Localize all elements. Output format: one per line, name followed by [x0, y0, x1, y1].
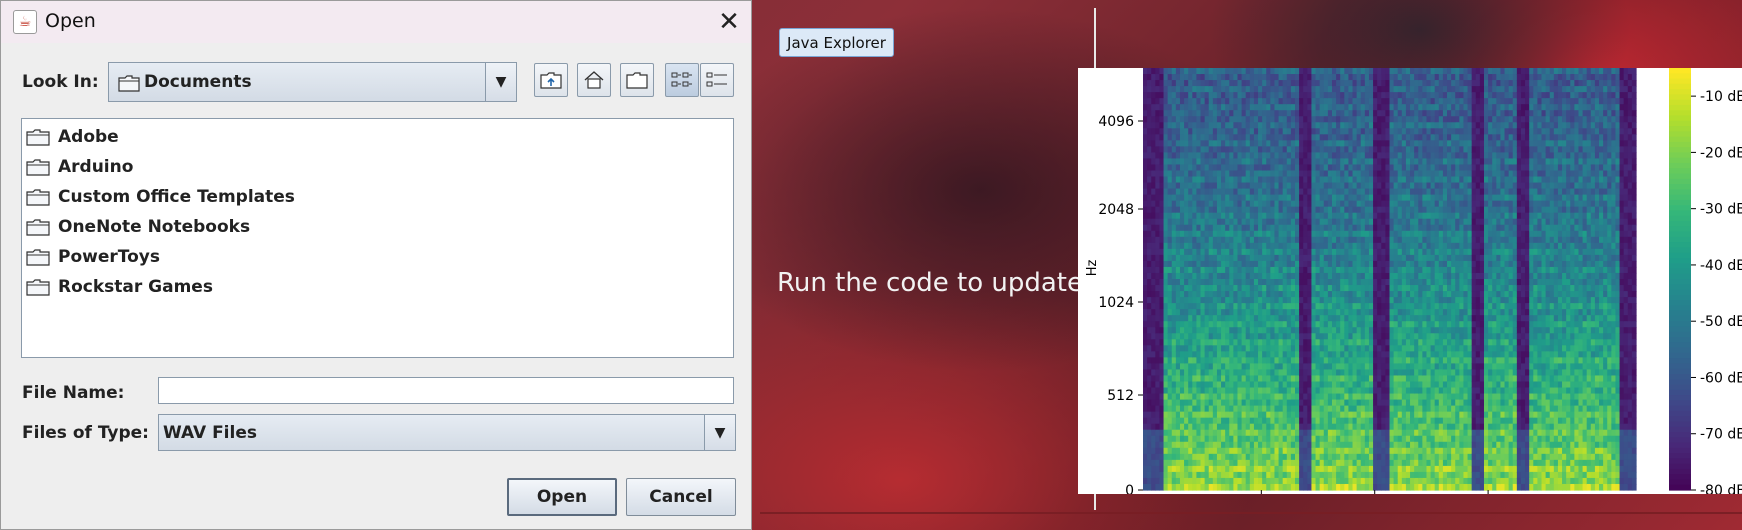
java-explorer-button[interactable]: Java Explorer — [779, 28, 894, 57]
look-in-label: Look In: — [22, 72, 99, 92]
new-folder-button[interactable] — [620, 63, 654, 97]
colorbar-tick-label: -40 dB — [1700, 258, 1742, 274]
open-dialog: ☕ Open ✕ Look In: Documents ▼ Adobe Ardu… — [0, 0, 752, 530]
colorbar — [1669, 68, 1691, 491]
files-of-type-label: Files of Type: — [22, 423, 149, 443]
chevron-down-icon[interactable]: ▼ — [704, 415, 735, 450]
folder-icon — [26, 249, 50, 266]
details-view-button[interactable] — [700, 63, 734, 97]
y-tick-label: 2048 — [1098, 202, 1134, 218]
colorbar-tick-label: -70 dB — [1700, 427, 1742, 443]
folder-icon — [26, 219, 50, 236]
java-app-icon: ☕ — [13, 10, 37, 34]
folder-icon — [26, 159, 50, 176]
dialog-title: Open — [45, 10, 96, 32]
list-view-icon — [671, 72, 692, 87]
y-axis-label: Hz — [1085, 260, 1100, 277]
y-tick-label: 512 — [1107, 388, 1134, 404]
file-name-label: File Name: — [22, 383, 125, 403]
files-of-type-combo[interactable]: WAV Files ▼ — [158, 414, 736, 451]
list-view-button[interactable] — [665, 63, 699, 97]
list-item[interactable]: PowerToys — [26, 244, 160, 270]
bottom-edge — [760, 512, 1742, 514]
colorbar-tick-label: -80 dB — [1700, 483, 1742, 494]
colorbar-tick-label: -30 dB — [1700, 202, 1742, 218]
spectrogram-chart: 0 512 1024 2048 4096 Hz -10 dB -20 dB -30 dB -40 … — [1078, 68, 1742, 494]
file-name-input[interactable] — [158, 377, 734, 404]
up-folder-icon — [540, 72, 562, 89]
file-name: PowerToys — [58, 247, 160, 267]
cancel-button[interactable]: Cancel — [626, 478, 736, 516]
look-in-combo[interactable]: Documents ▼ — [108, 62, 517, 102]
list-item[interactable]: Rockstar Games — [26, 274, 213, 300]
file-name: Arduino — [58, 157, 134, 177]
list-item[interactable]: Custom Office Templates — [26, 184, 295, 210]
y-tick-label: 0 — [1125, 483, 1134, 494]
folder-icon — [26, 129, 50, 146]
colorbar-tick-label: -20 dB — [1700, 145, 1742, 161]
colorbar-tick-label: -60 dB — [1700, 370, 1742, 386]
file-name: Rockstar Games — [58, 277, 213, 297]
chevron-down-icon[interactable]: ▼ — [485, 63, 516, 101]
close-icon[interactable]: ✕ — [714, 7, 744, 37]
folder-icon — [26, 279, 50, 296]
file-name: Adobe — [58, 127, 119, 147]
list-item[interactable]: Adobe — [26, 124, 119, 150]
file-name: OneNote Notebooks — [58, 217, 251, 237]
folder-icon — [26, 189, 50, 206]
list-item[interactable]: OneNote Notebooks — [26, 214, 250, 240]
home-button[interactable] — [577, 63, 611, 97]
spectrogram-cells — [1143, 68, 1637, 491]
folder-icon — [118, 75, 140, 92]
file-name: Custom Office Templates — [58, 187, 295, 207]
colorbar-tick-label: -10 dB — [1700, 89, 1742, 105]
y-tick-label: 4096 — [1098, 114, 1134, 130]
look-in-value: Documents — [144, 72, 252, 92]
title-bar[interactable]: ☕ Open ✕ — [1, 1, 751, 43]
new-folder-icon — [626, 72, 648, 89]
details-view-icon — [706, 72, 727, 87]
home-icon — [584, 71, 604, 89]
colorbar-tick-label: -50 dB — [1700, 314, 1742, 330]
file-list[interactable]: Adobe Arduino Custom Office Templates On… — [21, 118, 734, 358]
up-folder-button[interactable] — [534, 63, 568, 97]
run-message: Run the code to update — [777, 268, 1083, 298]
y-tick-label: 1024 — [1098, 295, 1134, 311]
open-button[interactable]: Open — [507, 478, 617, 516]
files-of-type-value: WAV Files — [163, 423, 257, 443]
list-item[interactable]: Arduino — [26, 154, 133, 180]
